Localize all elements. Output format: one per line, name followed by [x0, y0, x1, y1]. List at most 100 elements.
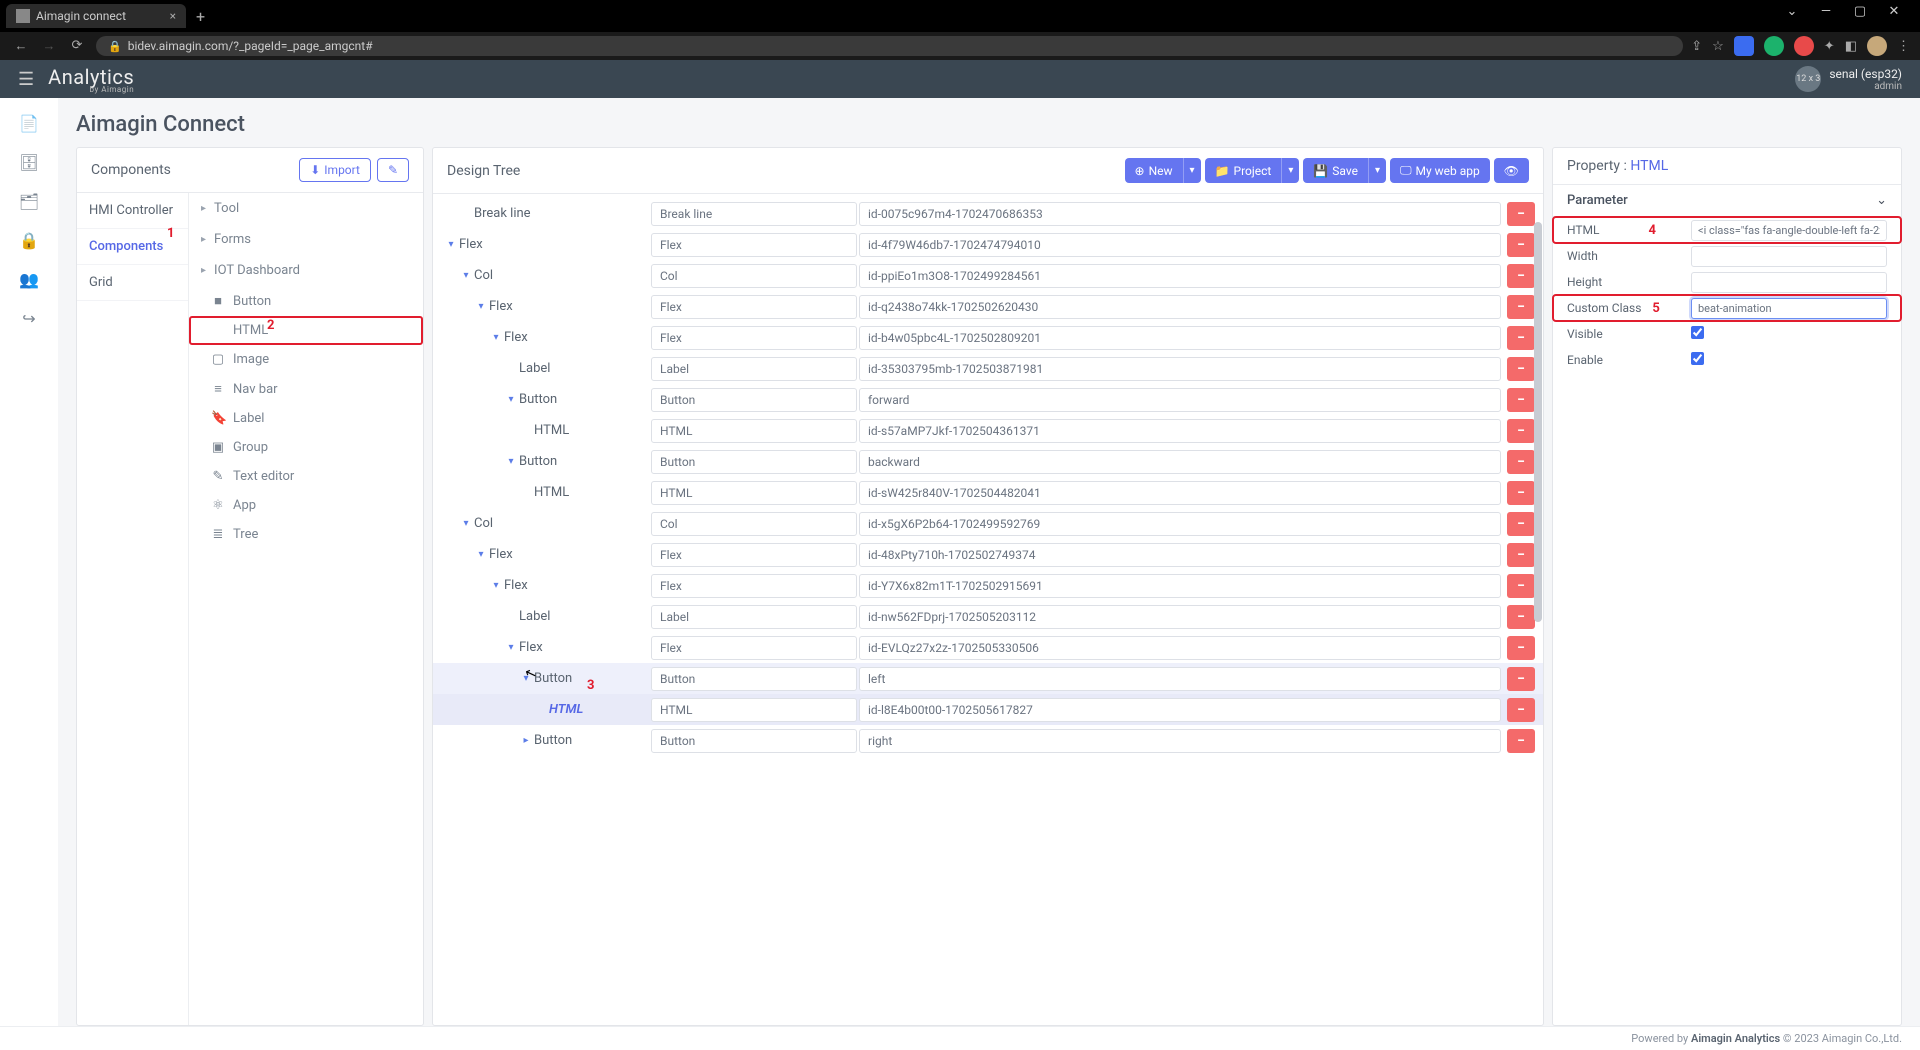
tree-id-input[interactable]	[859, 295, 1501, 319]
tree-type-input[interactable]	[651, 698, 857, 722]
webapp-button[interactable]: 🖵 My web app	[1390, 158, 1490, 183]
tree-row[interactable]: ▾Flex−	[433, 570, 1543, 601]
tree-type-input[interactable]	[651, 202, 857, 226]
tree-row[interactable]: ▾Button−	[433, 663, 1543, 694]
visible-checkbox[interactable]	[1691, 326, 1704, 339]
tree-type-input[interactable]	[651, 295, 857, 319]
extension-icon-1[interactable]	[1734, 36, 1754, 56]
extensions-icon[interactable]: ✦	[1824, 39, 1835, 54]
hamburger-icon[interactable]: ☰	[18, 69, 34, 90]
tree-row[interactable]: ▾Button−	[433, 446, 1543, 477]
delete-row-button[interactable]: −	[1507, 326, 1535, 350]
delete-row-button[interactable]: −	[1507, 233, 1535, 257]
new-tab-button[interactable]: +	[186, 7, 215, 26]
parameter-section[interactable]: Parameter ⌄	[1553, 184, 1901, 217]
window-minimize-icon[interactable]: —	[1812, 4, 1840, 19]
components-nav-item[interactable]: HMI Controller	[77, 193, 188, 229]
rail-logout-icon[interactable]: ↪	[22, 309, 35, 328]
rail-server-icon[interactable]: 🗂	[19, 192, 39, 211]
profile-avatar[interactable]	[1867, 36, 1887, 56]
tree-id-input[interactable]	[859, 388, 1501, 412]
delete-row-button[interactable]: −	[1507, 295, 1535, 319]
tree-row[interactable]: HTML−	[433, 477, 1543, 508]
tree-type-input[interactable]	[651, 233, 857, 257]
component-item[interactable]: ▢Image	[189, 345, 423, 374]
component-item[interactable]: HTML	[189, 316, 423, 345]
reload-icon[interactable]: ⟳	[66, 38, 88, 54]
tree-scrollbar[interactable]	[1533, 194, 1543, 1025]
tree-type-input[interactable]	[651, 264, 857, 288]
delete-row-button[interactable]: −	[1507, 574, 1535, 598]
tree-row[interactable]: ▾Button−	[433, 384, 1543, 415]
back-icon[interactable]: ←	[10, 38, 32, 54]
tree-id-input[interactable]	[859, 264, 1501, 288]
rail-page-icon[interactable]: 📄	[19, 114, 39, 133]
tree-type-input[interactable]	[651, 543, 857, 567]
tree-row[interactable]: HTML−	[433, 694, 1543, 725]
preview-button[interactable]: 👁	[1494, 158, 1529, 183]
forward-icon[interactable]: →	[38, 38, 60, 54]
delete-row-button[interactable]: −	[1507, 636, 1535, 660]
chevron-down-icon[interactable]: ⌄	[1778, 4, 1806, 19]
save-split[interactable]: ▾	[1368, 158, 1386, 183]
tree-type-input[interactable]	[651, 357, 857, 381]
new-button[interactable]: ⊕ New	[1125, 158, 1183, 183]
delete-row-button[interactable]: −	[1507, 264, 1535, 288]
enable-checkbox[interactable]	[1691, 352, 1704, 365]
bookmark-icon[interactable]: ☆	[1712, 39, 1724, 54]
component-item[interactable]: ■Button	[189, 286, 423, 316]
tree-row[interactable]: ▾Flex−	[433, 322, 1543, 353]
tree-type-input[interactable]	[651, 636, 857, 660]
menu-icon[interactable]: ⋮	[1897, 39, 1910, 54]
tree-type-input[interactable]	[651, 729, 857, 753]
window-maximize-icon[interactable]: ▢	[1846, 4, 1874, 19]
component-category[interactable]: ▸Forms	[189, 224, 423, 255]
import-button[interactable]: ⬇ Import	[299, 158, 371, 182]
tree-type-input[interactable]	[651, 481, 857, 505]
delete-row-button[interactable]: −	[1507, 419, 1535, 443]
window-close-icon[interactable]: ✕	[1880, 4, 1908, 19]
delete-row-button[interactable]: −	[1507, 202, 1535, 226]
component-category[interactable]: ▸Tool	[189, 193, 423, 224]
delete-row-button[interactable]: −	[1507, 481, 1535, 505]
tree-id-input[interactable]	[859, 419, 1501, 443]
components-nav-item[interactable]: Grid	[77, 265, 188, 301]
tree-row[interactable]: ▾Col−	[433, 260, 1543, 291]
tree-id-input[interactable]	[859, 326, 1501, 350]
component-item[interactable]: ≣Tree	[189, 520, 423, 549]
tree-id-input[interactable]	[859, 233, 1501, 257]
delete-row-button[interactable]: −	[1507, 357, 1535, 381]
tree-row[interactable]: ▾Flex−	[433, 229, 1543, 260]
delete-row-button[interactable]: −	[1507, 512, 1535, 536]
delete-row-button[interactable]: −	[1507, 698, 1535, 722]
tree-type-input[interactable]	[651, 574, 857, 598]
component-item[interactable]: ⚛App	[189, 491, 423, 520]
user-avatar[interactable]: 12 x 3	[1795, 66, 1821, 92]
browser-tab[interactable]: Aimagin connect ×	[6, 4, 186, 28]
tree-id-input[interactable]	[859, 543, 1501, 567]
extension-icon-2[interactable]	[1764, 36, 1784, 56]
delete-row-button[interactable]: −	[1507, 729, 1535, 753]
save-button[interactable]: 💾 Save	[1303, 158, 1368, 183]
address-bar[interactable]: 🔒 bidev.aimagin.com/?_pageId=_page_amgcn…	[96, 36, 1683, 56]
tree-row[interactable]: ▾Col−	[433, 508, 1543, 539]
rail-lock-icon[interactable]: 🔒	[19, 231, 39, 250]
delete-row-button[interactable]: −	[1507, 388, 1535, 412]
tree-type-input[interactable]	[651, 605, 857, 629]
tree-row[interactable]: Break line−	[433, 198, 1543, 229]
width-input[interactable]	[1691, 246, 1887, 267]
tree-type-input[interactable]	[651, 512, 857, 536]
tree-id-input[interactable]	[859, 357, 1501, 381]
delete-row-button[interactable]: −	[1507, 667, 1535, 691]
tree-row[interactable]: ▸Button−	[433, 725, 1543, 756]
rail-database-icon[interactable]: 🗄	[19, 153, 39, 172]
share-icon[interactable]: ⇪	[1691, 39, 1702, 54]
components-nav-item[interactable]: Components	[77, 229, 188, 265]
project-split[interactable]: ▾	[1281, 158, 1299, 183]
tree-type-input[interactable]	[651, 419, 857, 443]
html-input[interactable]	[1691, 220, 1887, 241]
tree-id-input[interactable]	[859, 574, 1501, 598]
tree-type-input[interactable]	[651, 450, 857, 474]
tree-row[interactable]: Label−	[433, 601, 1543, 632]
tree-row[interactable]: HTML−	[433, 415, 1543, 446]
